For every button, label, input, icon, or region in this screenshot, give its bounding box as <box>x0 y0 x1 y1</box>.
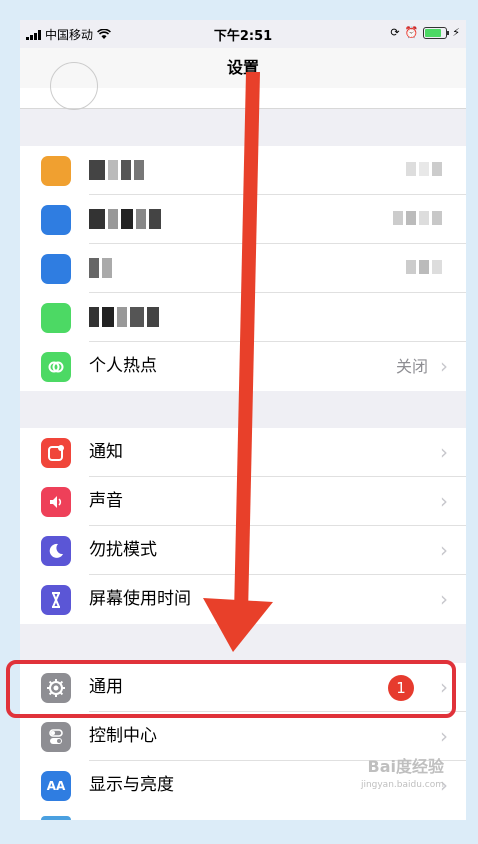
annotation-arrow <box>203 72 273 652</box>
